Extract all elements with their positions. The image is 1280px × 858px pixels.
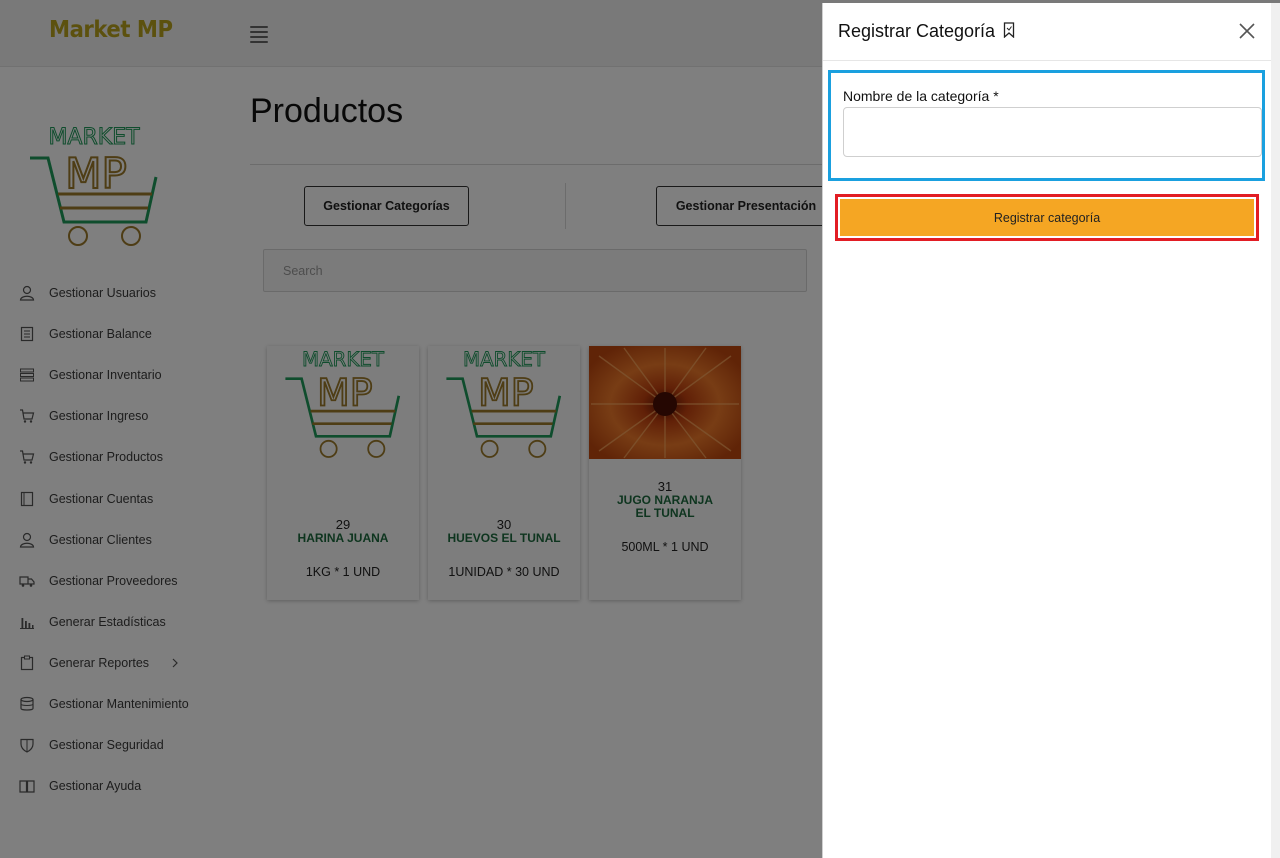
category-name-input[interactable]: [843, 107, 1262, 157]
category-name-label: Nombre de la categoría *: [843, 88, 999, 104]
panel-header: Registrar Categoría: [823, 3, 1272, 61]
close-icon[interactable]: [1238, 22, 1256, 40]
bookmark-icon: [1003, 22, 1015, 38]
submit-highlight: Registrar categoría: [835, 194, 1259, 241]
scrollbar[interactable]: [1271, 3, 1280, 858]
register-category-button[interactable]: Registrar categoría: [840, 199, 1254, 236]
panel-title: Registrar Categoría: [838, 21, 996, 41]
category-name-field-group: Nombre de la categoría *: [828, 70, 1265, 181]
register-category-panel: Registrar Categoría Nombre de la categor…: [822, 3, 1272, 858]
